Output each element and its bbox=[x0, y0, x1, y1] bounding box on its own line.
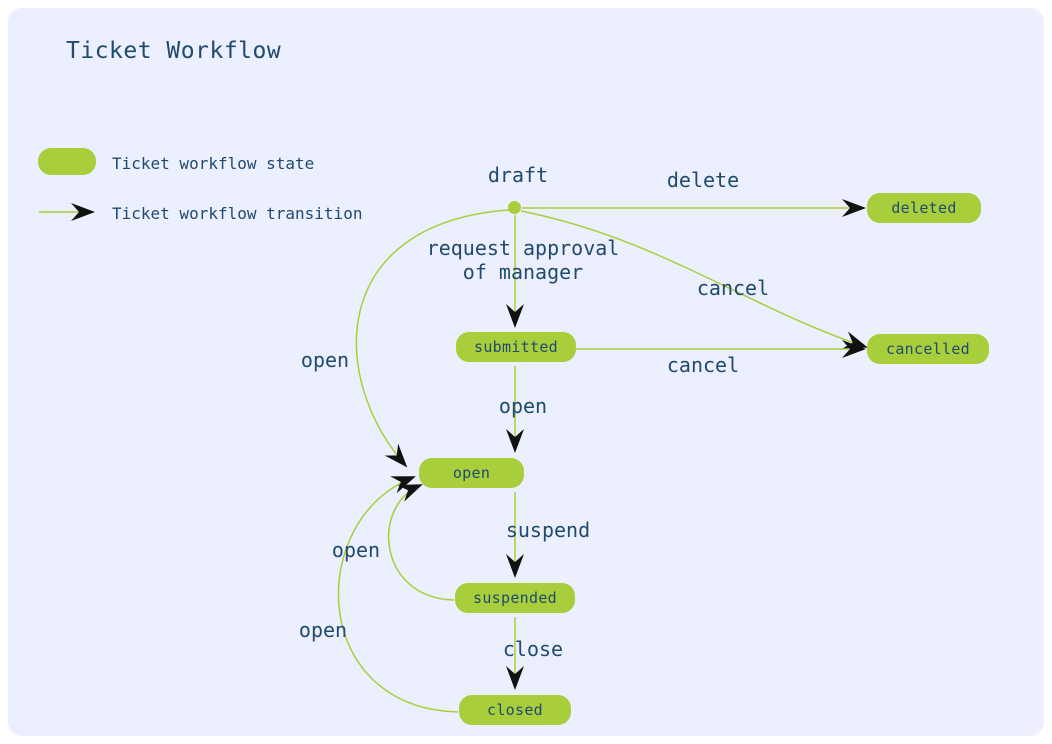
edge-label-closed-open: open bbox=[278, 618, 368, 642]
start-node-label: draft bbox=[458, 163, 578, 187]
state-closed: closed bbox=[459, 695, 571, 725]
legend-state-label: Ticket workflow state bbox=[112, 154, 314, 173]
edge-label-submitted-open: open bbox=[478, 394, 568, 418]
edges-layer bbox=[8, 8, 1044, 736]
edge-label-suspend: suspend bbox=[483, 518, 613, 542]
state-suspended: suspended bbox=[455, 583, 575, 613]
legend-state-swatch bbox=[38, 148, 96, 175]
edge-label-submitted-cancel: cancel bbox=[648, 353, 758, 377]
edge-label-request-approval: request approval of manager bbox=[408, 236, 638, 284]
start-node bbox=[508, 201, 521, 214]
diagram-title: Ticket Workflow bbox=[66, 38, 281, 64]
edge-label-delete: delete bbox=[643, 168, 763, 192]
edge-label-suspended-open: open bbox=[311, 538, 401, 562]
edge-label-draft-cancel: cancel bbox=[678, 276, 788, 300]
state-submitted: submitted bbox=[456, 332, 576, 362]
edge-label-draft-open: open bbox=[280, 348, 370, 372]
edge-closed-open bbox=[338, 477, 458, 712]
state-cancelled: cancelled bbox=[867, 334, 989, 364]
legend-transition-label: Ticket workflow transition bbox=[112, 204, 362, 223]
state-open: open bbox=[419, 458, 524, 488]
diagram-canvas: Ticket Workflow Ticket workflow state Ti… bbox=[8, 8, 1044, 736]
edge-label-close: close bbox=[478, 637, 588, 661]
state-deleted: deleted bbox=[867, 193, 981, 223]
